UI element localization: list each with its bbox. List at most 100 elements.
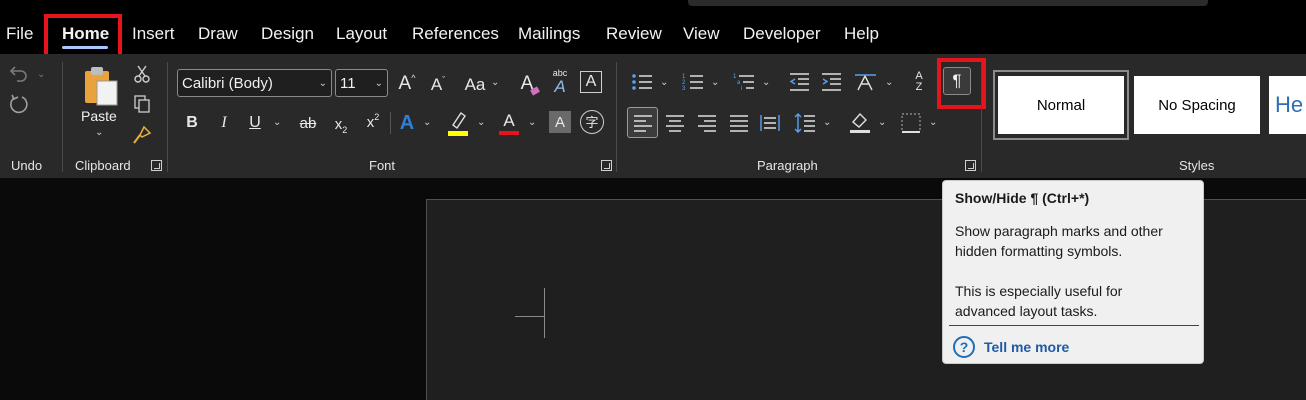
character-border-icon[interactable]: A: [580, 71, 602, 93]
increase-indent-icon[interactable]: [819, 71, 843, 93]
multilevel-list-icon[interactable]: 1ai: [732, 71, 756, 93]
strikethrough-icon[interactable]: ab: [296, 112, 320, 134]
change-case-chevron-icon[interactable]: ⌄: [491, 78, 499, 88]
character-shading-icon[interactable]: A: [549, 111, 571, 133]
font-dialog-launcher-icon[interactable]: [601, 160, 612, 171]
tab-references[interactable]: References: [412, 24, 499, 44]
font-size-chevron-icon: ⌄: [374, 78, 383, 89]
redo-icon[interactable]: [6, 92, 32, 116]
font-size-combo[interactable]: 11 ⌄: [335, 69, 388, 97]
enclose-characters-icon[interactable]: 字: [580, 110, 604, 134]
phonetic-guide-icon[interactable]: abc A: [548, 68, 572, 96]
underline-chevron-icon[interactable]: ⌄: [273, 118, 281, 128]
align-right-icon[interactable]: [696, 112, 718, 134]
clipboard-dialog-launcher-icon[interactable]: [151, 160, 162, 171]
search-box-edge[interactable]: [688, 0, 1208, 6]
align-center-icon[interactable]: [664, 112, 686, 134]
text-effects-icon[interactable]: A: [395, 110, 419, 136]
crop-mark-horizontal: [515, 316, 544, 317]
font-color-icon[interactable]: A: [497, 108, 521, 138]
shading-chevron-icon[interactable]: ⌄: [878, 118, 886, 128]
style-no-spacing[interactable]: No Spacing: [1134, 76, 1260, 134]
group-separator: [616, 62, 617, 172]
line-spacing-chevron-icon[interactable]: ⌄: [823, 118, 831, 128]
tell-me-more-link[interactable]: Tell me more: [984, 339, 1069, 355]
svg-text:i: i: [741, 86, 742, 92]
group-label-styles: Styles: [1179, 158, 1215, 173]
grow-font-icon[interactable]: A ^: [395, 70, 419, 96]
text-direction-chevron-icon[interactable]: ⌄: [885, 78, 893, 88]
group-separator: [62, 62, 63, 172]
paste-dropdown-chevron-icon[interactable]: ⌄: [95, 128, 103, 138]
style-heading-1[interactable]: He: [1269, 76, 1306, 134]
subscript-icon[interactable]: x2: [330, 112, 352, 136]
shading-icon[interactable]: [848, 109, 872, 135]
borders-icon[interactable]: [899, 111, 923, 135]
paragraph-dialog-launcher-icon[interactable]: [965, 160, 976, 171]
distributed-icon[interactable]: [759, 112, 781, 134]
bullets-chevron-icon[interactable]: ⌄: [660, 78, 668, 88]
group-label-undo: Undo: [11, 158, 43, 173]
svg-text:3: 3: [682, 86, 686, 92]
group-separator: [981, 62, 982, 172]
font-name-combo[interactable]: Calibri (Body) ⌄: [177, 69, 332, 97]
multilevel-list-chevron-icon[interactable]: ⌄: [762, 78, 770, 88]
group-label-clipboard: Clipboard: [75, 158, 131, 173]
align-left-icon: [632, 112, 654, 134]
tooltip-description-line-2: hidden formatting symbols.: [955, 243, 1123, 259]
format-painter-icon[interactable]: [131, 124, 153, 146]
cut-icon[interactable]: [132, 64, 152, 84]
superscript-icon[interactable]: x2: [362, 110, 384, 134]
tab-insert[interactable]: Insert: [132, 24, 175, 44]
sort-icon[interactable]: AZ: [906, 69, 932, 95]
shrink-font-icon[interactable]: Aˇ: [426, 72, 450, 96]
font-color-chevron-icon[interactable]: ⌄: [528, 118, 536, 128]
font-name-value: Calibri (Body): [182, 75, 273, 92]
justify-icon[interactable]: [728, 112, 750, 134]
copy-icon[interactable]: [132, 94, 152, 114]
line-spacing-icon[interactable]: [793, 110, 817, 136]
font-size-value: 11: [340, 75, 356, 92]
paste-icon[interactable]: [81, 64, 121, 108]
tooltip-divider: [949, 325, 1199, 326]
decrease-indent-icon[interactable]: [787, 71, 811, 93]
tooltip-description-line-3: This is especially useful for: [955, 283, 1123, 299]
clear-formatting-icon[interactable]: A: [515, 70, 540, 96]
tooltip-description-line-1: Show paragraph marks and other: [955, 223, 1163, 239]
tab-file[interactable]: File: [6, 24, 33, 44]
tab-design[interactable]: Design: [261, 24, 314, 44]
tab-help[interactable]: Help: [844, 24, 879, 44]
crop-mark-vertical: [544, 288, 545, 338]
tooltip-description-line-4: advanced layout tasks.: [955, 303, 1098, 319]
borders-chevron-icon[interactable]: ⌄: [929, 118, 937, 128]
italic-icon[interactable]: I: [214, 112, 234, 134]
numbering-icon[interactable]: 123: [681, 71, 705, 93]
font-name-chevron-icon: ⌄: [318, 78, 327, 89]
tab-developer[interactable]: Developer: [743, 24, 821, 44]
font-divider: [390, 112, 391, 134]
group-separator: [167, 62, 168, 172]
group-label-font: Font: [369, 158, 396, 173]
group-label-paragraph: Paragraph: [757, 158, 818, 173]
paste-label[interactable]: Paste: [81, 108, 117, 124]
text-highlight-icon[interactable]: [446, 108, 470, 138]
show-hide-tooltip: Show/Hide ¶ (Ctrl+*) Show paragraph mark…: [942, 180, 1204, 364]
tab-layout[interactable]: Layout: [336, 24, 387, 44]
underline-icon[interactable]: U: [245, 112, 265, 134]
tab-review[interactable]: Review: [606, 24, 662, 44]
text-highlight-chevron-icon[interactable]: ⌄: [477, 118, 485, 128]
tab-draw[interactable]: Draw: [198, 24, 238, 44]
text-effects-chevron-icon[interactable]: ⌄: [423, 118, 431, 128]
tab-view[interactable]: View: [683, 24, 720, 44]
numbering-chevron-icon[interactable]: ⌄: [711, 78, 719, 88]
tab-mailings[interactable]: Mailings: [518, 24, 580, 44]
show-hide-highlight: [937, 58, 986, 109]
help-icon[interactable]: ?: [953, 336, 975, 358]
undo-icon[interactable]: [6, 62, 32, 84]
style-normal[interactable]: Normal: [998, 76, 1124, 134]
change-case-icon[interactable]: Aa: [462, 72, 488, 96]
bold-icon[interactable]: B: [182, 112, 202, 134]
text-direction-icon[interactable]: [853, 71, 879, 93]
undo-dropdown-chevron-icon[interactable]: ⌄: [37, 70, 45, 80]
bullets-icon[interactable]: [630, 71, 654, 93]
